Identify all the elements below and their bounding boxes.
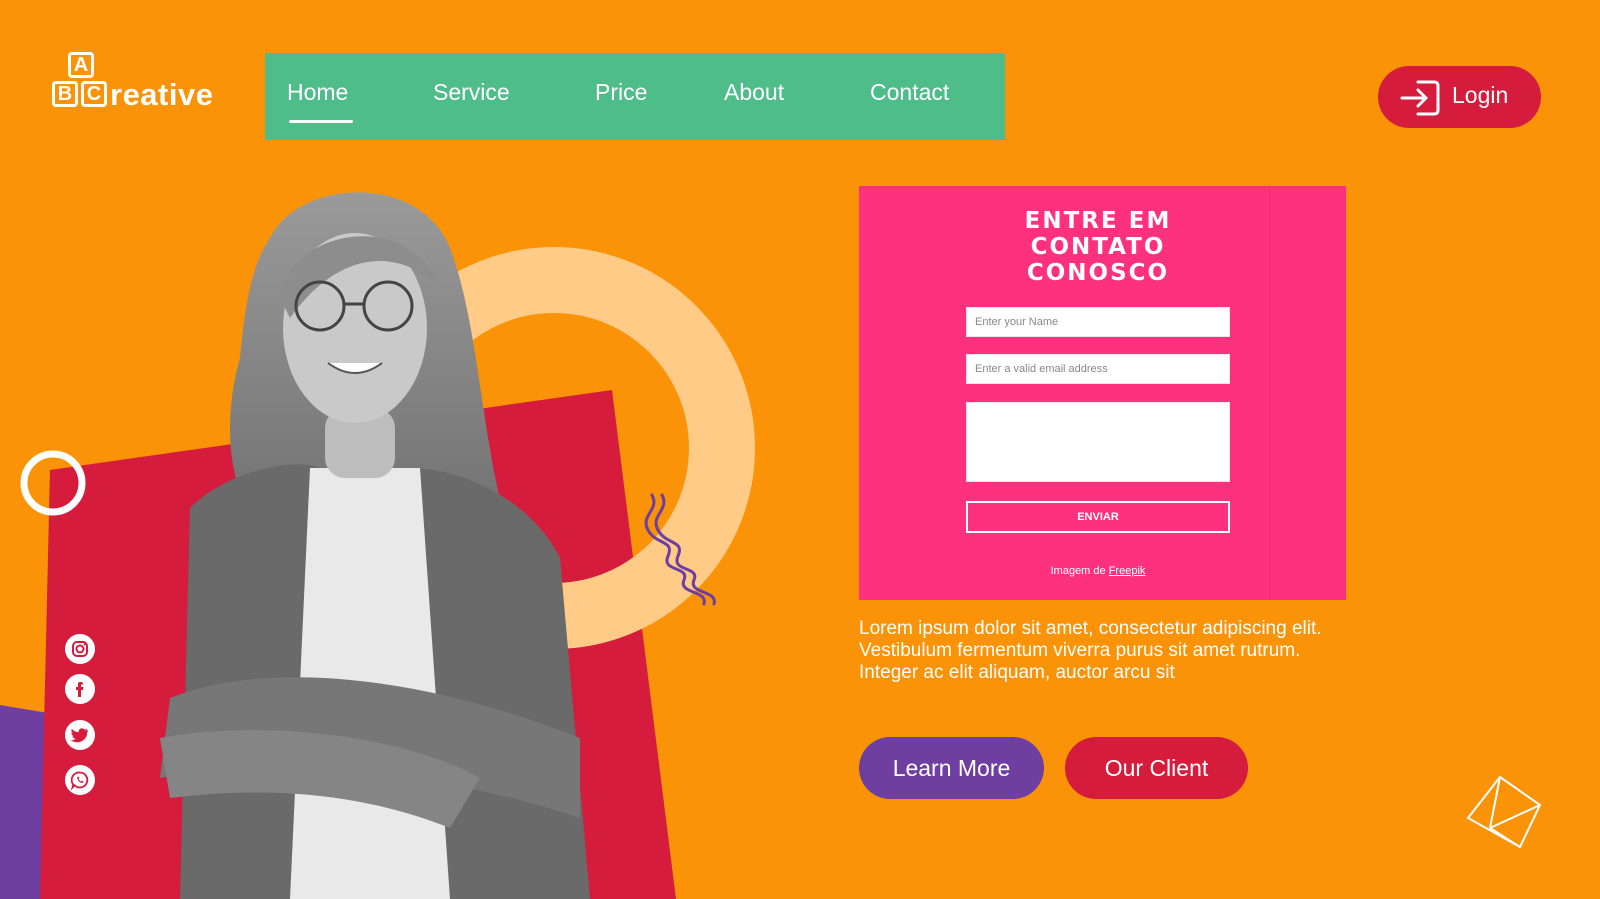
submit-button[interactable]: ENVIAR <box>966 501 1230 533</box>
nav-price[interactable]: Price <box>595 79 647 106</box>
whatsapp-icon[interactable] <box>65 765 95 795</box>
nav-active-indicator <box>289 120 353 123</box>
twitter-icon[interactable] <box>65 720 95 750</box>
logo-text: reative <box>110 77 214 112</box>
cube-icon <box>1466 775 1542 849</box>
nav-home[interactable]: Home <box>287 79 348 106</box>
description-text: Lorem ipsum dolor sit amet, consectetur … <box>859 618 1322 683</box>
image-credit: Imagem de Freepik <box>1050 565 1146 577</box>
learn-more-button[interactable]: Learn More <box>859 737 1044 799</box>
logo-letter-c: C <box>81 81 107 107</box>
email-field[interactable]: Enter a valid email address <box>966 354 1230 384</box>
our-client-button[interactable]: Our Client <box>1065 737 1248 799</box>
contact-title: ENTRE EM CONTATO CONOSCO <box>1024 208 1172 286</box>
facebook-icon[interactable] <box>65 674 95 704</box>
portrait-image <box>160 192 590 899</box>
brand-logo[interactable]: A B C reative <box>52 52 222 114</box>
logo-letter-a: A <box>68 52 94 78</box>
login-button[interactable]: Login <box>1378 66 1541 128</box>
freepik-link[interactable]: Freepik <box>1109 565 1146 577</box>
nav-contact[interactable]: Contact <box>870 79 949 106</box>
contact-card: ENTRE EM CONTATO CONOSCO Enter your Name… <box>859 186 1346 600</box>
nav-service[interactable]: Service <box>433 79 510 106</box>
main-nav: Home Service Price About Contact <box>265 53 1005 140</box>
logo-letter-b: B <box>52 81 78 107</box>
name-field[interactable]: Enter your Name <box>966 307 1230 337</box>
nav-about[interactable]: About <box>724 79 784 106</box>
login-icon <box>1400 80 1440 116</box>
message-textarea[interactable] <box>966 402 1230 482</box>
instagram-icon[interactable] <box>65 634 95 664</box>
login-label: Login <box>1452 82 1509 108</box>
